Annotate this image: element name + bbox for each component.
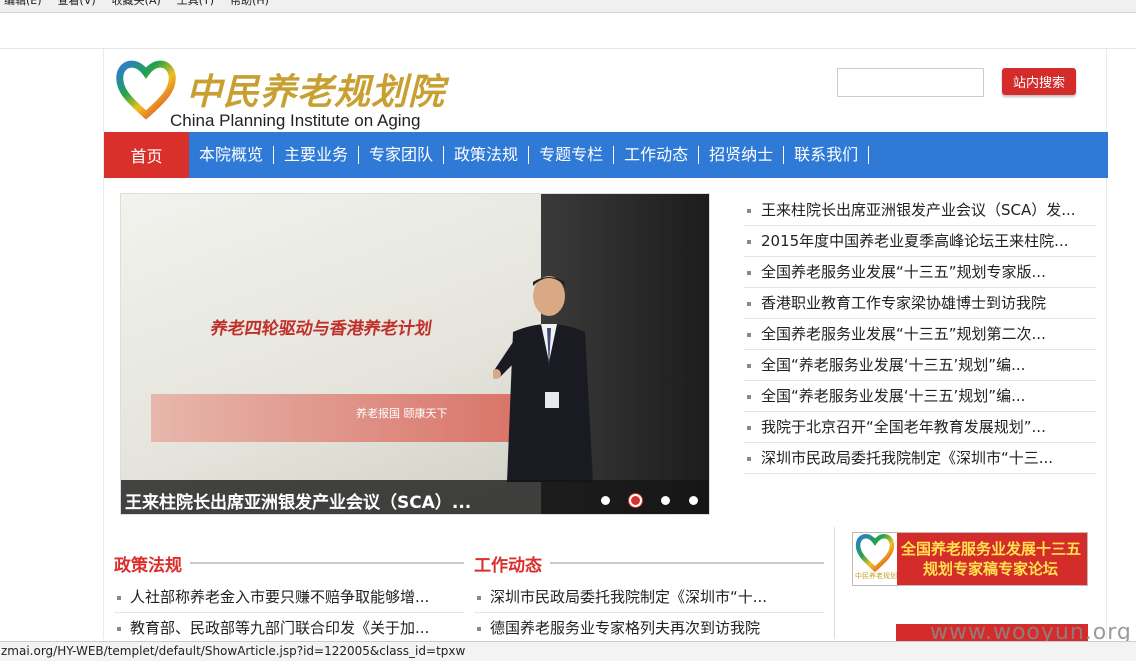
work-section-title[interactable]: 工作动态 [474, 551, 542, 576]
news-item[interactable]: 全国“养老服务业发展‘十三五’规划”编... [744, 350, 1096, 381]
policy-item[interactable]: 人社部称养老金入市要只赚不赔争取能够增... [114, 582, 464, 613]
logo-chinese-name: 中民养老规划院 [186, 71, 446, 113]
site-search-input[interactable] [837, 68, 984, 97]
nav-item-jobs[interactable]: 招贤纳士 [699, 146, 785, 164]
nav-item-work[interactable]: 工作动态 [614, 146, 700, 164]
slide-screen-title: 养老四轮驱动与香港养老计划 [209, 319, 434, 339]
news-item[interactable]: 全国养老服务业发展“十三五”规划专家版... [744, 257, 1096, 288]
slide-pager [601, 494, 698, 507]
news-item[interactable]: 香港职业教育工作专家梁协雄博士到访我院 [744, 288, 1096, 319]
work-item[interactable]: 德国养老服务业专家格列夫再次到访我院 [474, 613, 824, 644]
slide-dot-1[interactable] [601, 496, 610, 505]
policy-section-title[interactable]: 政策法规 [114, 551, 182, 576]
menu-favorites[interactable]: 收藏夹(A) [112, 0, 161, 12]
logo-english-name: China Planning Institute on Aging [170, 111, 421, 130]
news-item[interactable]: 全国养老服务业发展“十三五”规划第二次... [744, 319, 1096, 350]
policy-item[interactable]: 教育部、民政部等九部门联合印发《关于加... [114, 613, 464, 644]
browser-menubar: 编辑(E) 查看(V) 收藏夹(A) 工具(T) 帮助(H) [0, 0, 1136, 13]
web-page: 中民养老规划院 China Planning Institute on Agin… [103, 49, 1108, 644]
policy-section: 政策法规 人社部称养老金入市要只赚不赔争取能够增... 教育部、民政部等九部门联… [114, 552, 464, 644]
banner-line-2: 规划专家稿专家论坛 [923, 560, 1059, 578]
nav-item-topics[interactable]: 专题专栏 [529, 146, 615, 164]
heart-logo-icon [855, 534, 895, 573]
section-divider [550, 562, 824, 564]
work-item[interactable]: 深圳市民政局委托我院制定《深圳市“十... [474, 582, 824, 613]
heart-logo-icon [116, 60, 176, 120]
menu-view[interactable]: 查看(V) [58, 0, 96, 12]
banner-logo: 中民养老规划 [853, 533, 897, 585]
menu-help[interactable]: 帮助(H) [230, 0, 269, 12]
site-logo[interactable]: 中民养老规划院 China Planning Institute on Agin… [116, 59, 456, 130]
slide-dot-2[interactable] [629, 494, 642, 507]
browser-toolbar [0, 13, 1136, 49]
nav-item-overview[interactable]: 本院概览 [189, 146, 275, 164]
slide-caption[interactable]: 王来柱院长出席亚洲银发产业会议（SCA）... [125, 488, 471, 513]
headline-news-list: 王来柱院长出席亚洲银发产业会议（SCA）发... 2015年度中国养老业夏季高峰… [744, 195, 1096, 474]
nav-item-experts[interactable]: 专家团队 [359, 146, 445, 164]
forum-banner[interactable]: 中民养老规划 全国养老服务业发展十三五 规划专家稿专家论坛 [852, 532, 1088, 586]
column-divider [834, 527, 835, 639]
slide-screen-band-text: 养老报国 颐康天下 [356, 407, 448, 420]
browser-status-bar: zmai.org/HY-WEB/templet/default/ShowArti… [0, 641, 1136, 661]
photo-slider[interactable]: 养老四轮驱动与香港养老计划 养老报国 颐康天下 王来柱院长出席亚洲银发产业会议（… [120, 193, 710, 515]
slide-image-screen: 养老四轮驱动与香港养老计划 养老报国 颐康天下 [121, 194, 541, 514]
slide-dot-4[interactable] [689, 496, 698, 505]
section-divider [190, 562, 464, 564]
nav-item-business[interactable]: 主要业务 [274, 146, 360, 164]
news-item[interactable]: 全国“养老服务业发展‘十三五’规划”编... [744, 381, 1096, 412]
slide-screen-band [151, 394, 511, 442]
menu-tools[interactable]: 工具(T) [177, 0, 214, 12]
slide-dot-3[interactable] [661, 496, 670, 505]
nav-item-policy[interactable]: 政策法规 [444, 146, 530, 164]
news-item[interactable]: 深圳市民政局委托我院制定《深圳市“十三... [744, 443, 1096, 474]
main-nav: 首页 本院概览 主要业务 专家团队 政策法规 专题专栏 工作动态 招贤纳士 联系… [104, 132, 1108, 178]
nav-home[interactable]: 首页 [104, 132, 189, 178]
nav-item-contact[interactable]: 联系我们 [784, 146, 870, 164]
speaker-figure [493, 276, 593, 482]
banner-logo-text: 中民养老规划 [855, 572, 897, 580]
site-search-button[interactable]: 站内搜索 [1002, 68, 1076, 95]
news-item[interactable]: 2015年度中国养老业夏季高峰论坛王来柱院... [744, 226, 1096, 257]
menu-edit[interactable]: 编辑(E) [4, 0, 42, 12]
work-section: 工作动态 深圳市民政局委托我院制定《深圳市“十... 德国养老服务业专家格列夫再… [474, 552, 824, 644]
news-item[interactable]: 我院于北京召开“全国老年教育发展规划”... [744, 412, 1096, 443]
news-item[interactable]: 王来柱院长出席亚洲银发产业会议（SCA）发... [744, 195, 1096, 226]
banner-line-1: 全国养老服务业发展十三五 [901, 540, 1082, 558]
